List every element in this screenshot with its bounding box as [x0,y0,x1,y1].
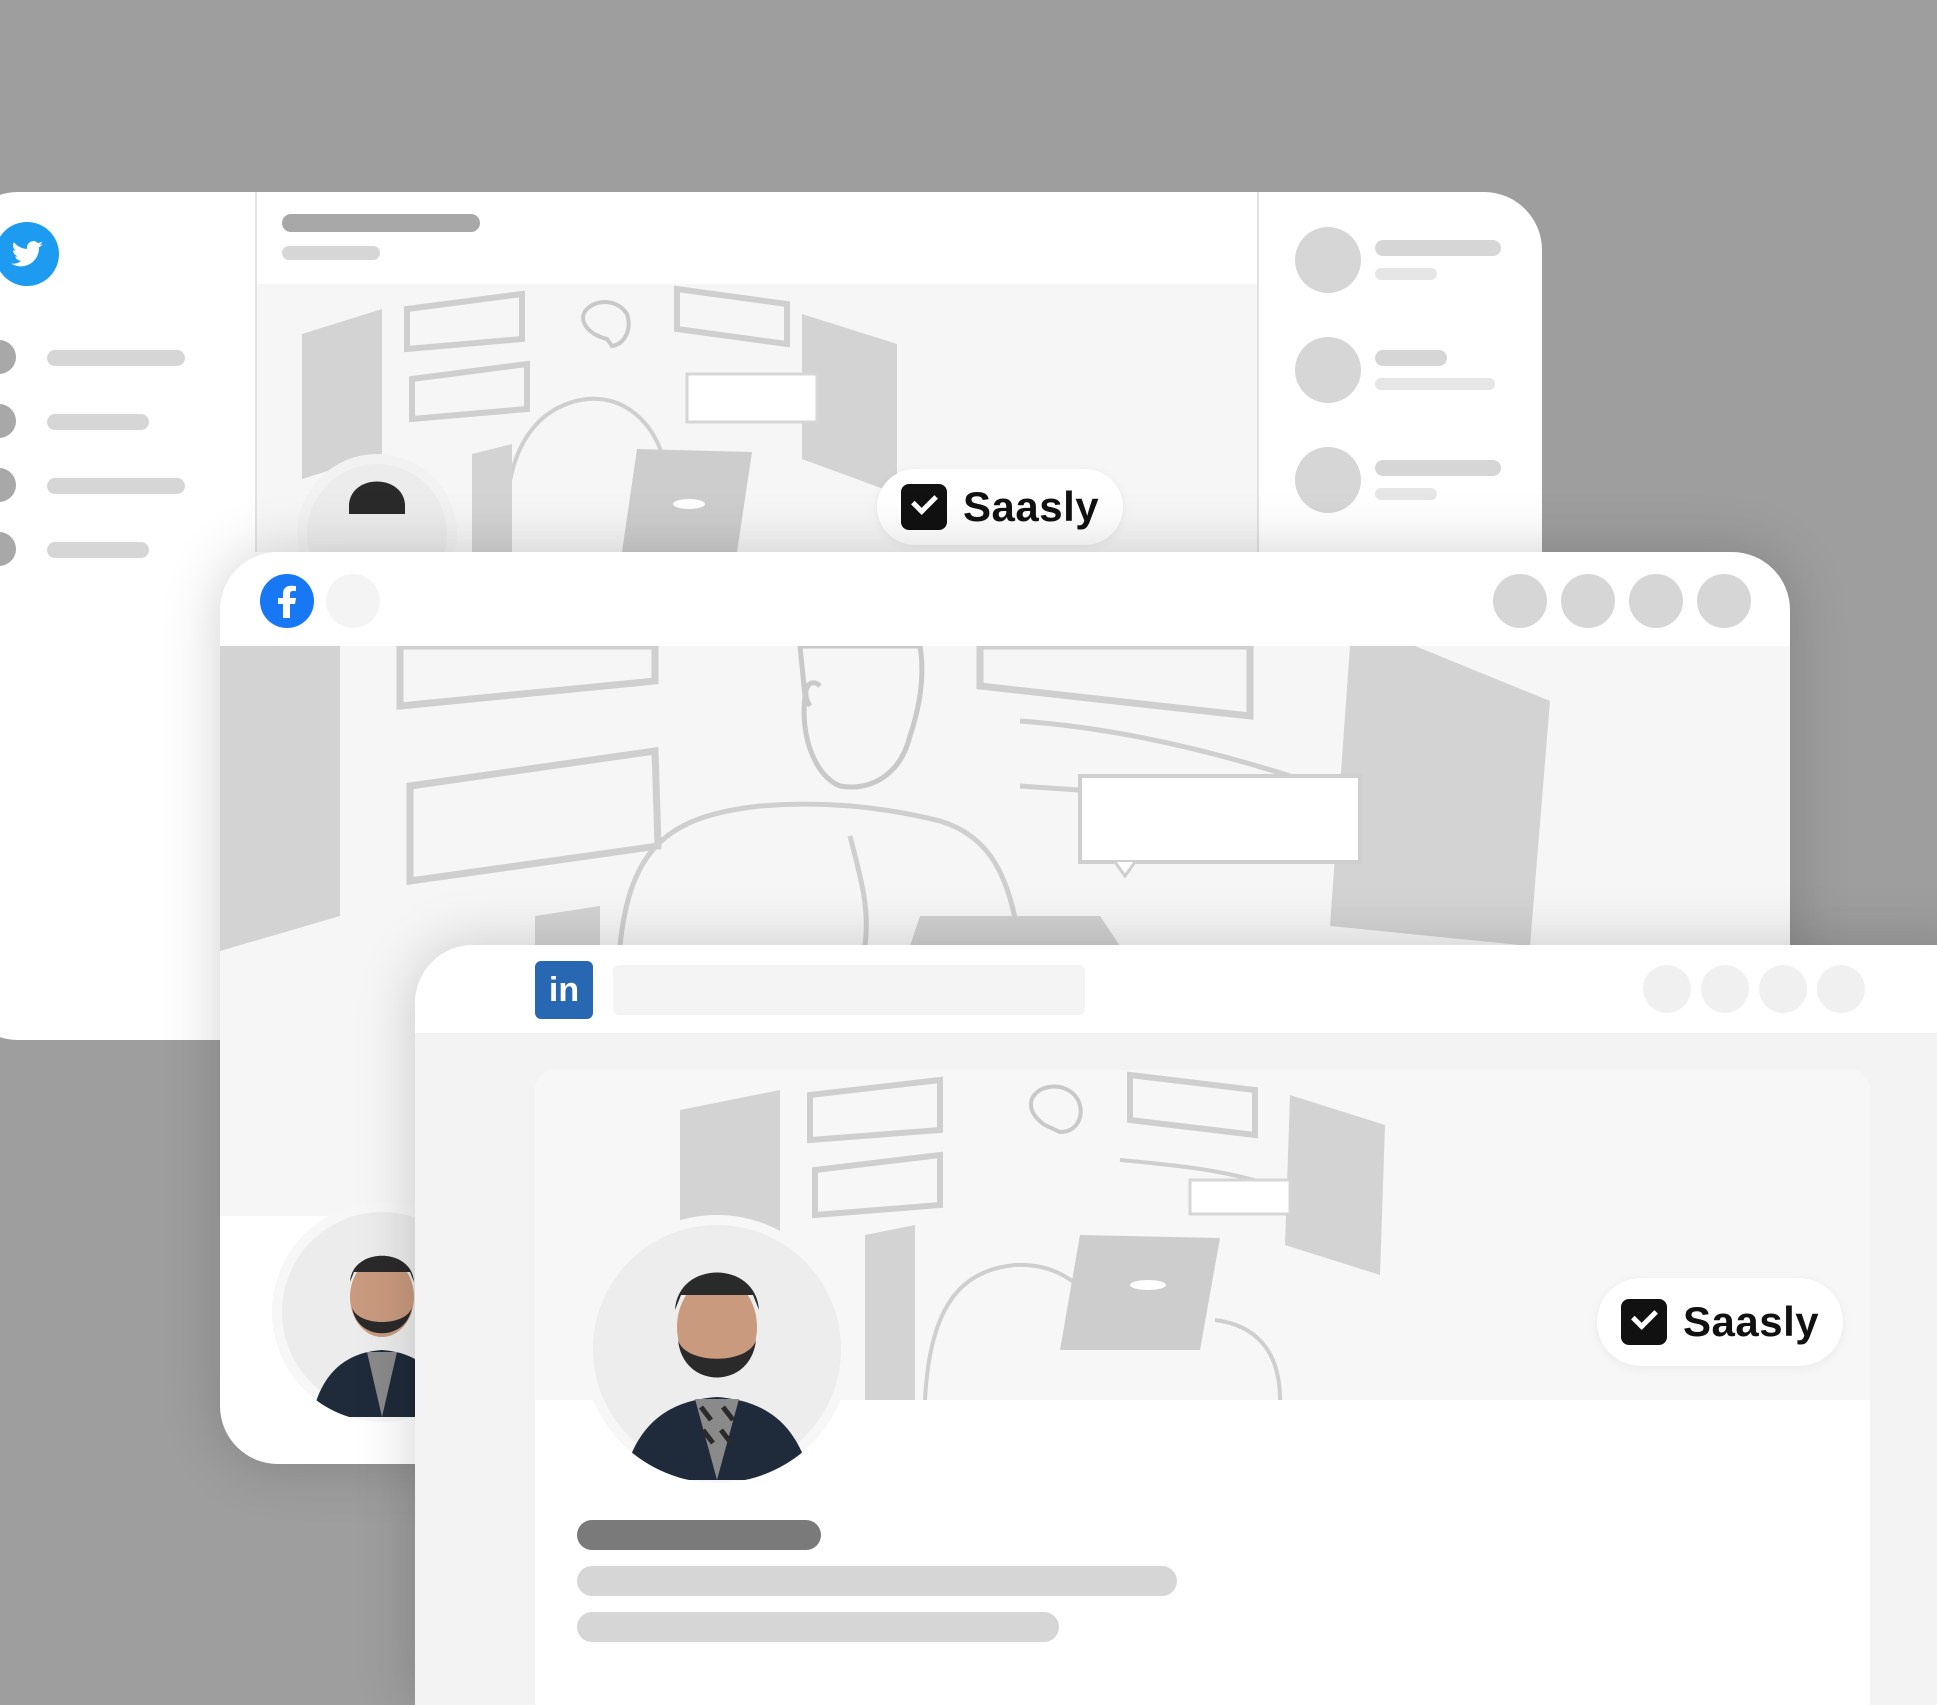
suggestion-name-skeleton [1375,460,1501,476]
suggestion-sub-skeleton [1375,268,1437,280]
suggestion-avatar[interactable] [1295,227,1361,293]
avatar-photo [593,1225,841,1480]
header-action-button[interactable] [1643,965,1691,1013]
profile-name-skeleton [577,1520,821,1550]
profile-name-skeleton [282,214,480,232]
profile-headline-skeleton [577,1566,1177,1596]
nav-item-dot[interactable] [0,404,16,438]
linkedin-in-icon[interactable]: in [535,961,593,1019]
header-action-button[interactable] [1697,574,1751,628]
saasly-wordmark: Saasly [1683,1298,1820,1345]
suggestion-name-skeleton [1375,240,1501,256]
suggestion-avatar[interactable] [1295,447,1361,513]
facebook-f-icon[interactable] [260,574,314,628]
suggestion-sub-skeleton [1375,378,1495,390]
profile-banner: Saasly [257,284,1257,552]
twitter-bird-icon[interactable] [0,222,59,286]
search-placeholder-dot[interactable] [326,574,380,628]
saasly-wordmark: Saasly [963,483,1100,530]
saasly-badge: Saasly [1597,1278,1844,1366]
avatar-photo [307,464,447,552]
linkedin-profile-card: in Saasly [415,945,1937,1705]
nav-item-skeleton[interactable] [47,350,185,366]
header-action-button[interactable] [1817,965,1865,1013]
nav-item-dot[interactable] [0,532,16,566]
header-action-button[interactable] [1561,574,1615,628]
profile-avatar[interactable] [297,454,457,552]
saasly-check-icon [1621,1299,1667,1345]
profile-location-skeleton [577,1612,1059,1642]
nav-item-dot[interactable] [0,468,16,502]
search-bar[interactable] [613,965,1085,1015]
header-action-button[interactable] [1629,574,1683,628]
profile-handle-skeleton [282,246,380,260]
saasly-badge: Saasly [877,469,1124,545]
right-divider [1257,192,1259,552]
linkedin-header: in [415,945,1937,1033]
header-action-button[interactable] [1759,965,1807,1013]
suggestion-avatar[interactable] [1295,337,1361,403]
linkedin-icon-text: in [548,970,580,1009]
suggestion-name-skeleton [1375,350,1447,366]
suggestion-sub-skeleton [1375,488,1437,500]
profile-panel: Saasly [535,1070,1870,1705]
profile-avatar[interactable] [583,1215,851,1483]
nav-item-skeleton[interactable] [47,414,149,430]
nav-item-skeleton[interactable] [47,478,185,494]
header-action-button[interactable] [1493,574,1547,628]
nav-item-dot[interactable] [0,340,16,374]
nav-item-skeleton[interactable] [47,542,149,558]
saasly-check-icon [901,484,947,530]
header-action-button[interactable] [1701,965,1749,1013]
